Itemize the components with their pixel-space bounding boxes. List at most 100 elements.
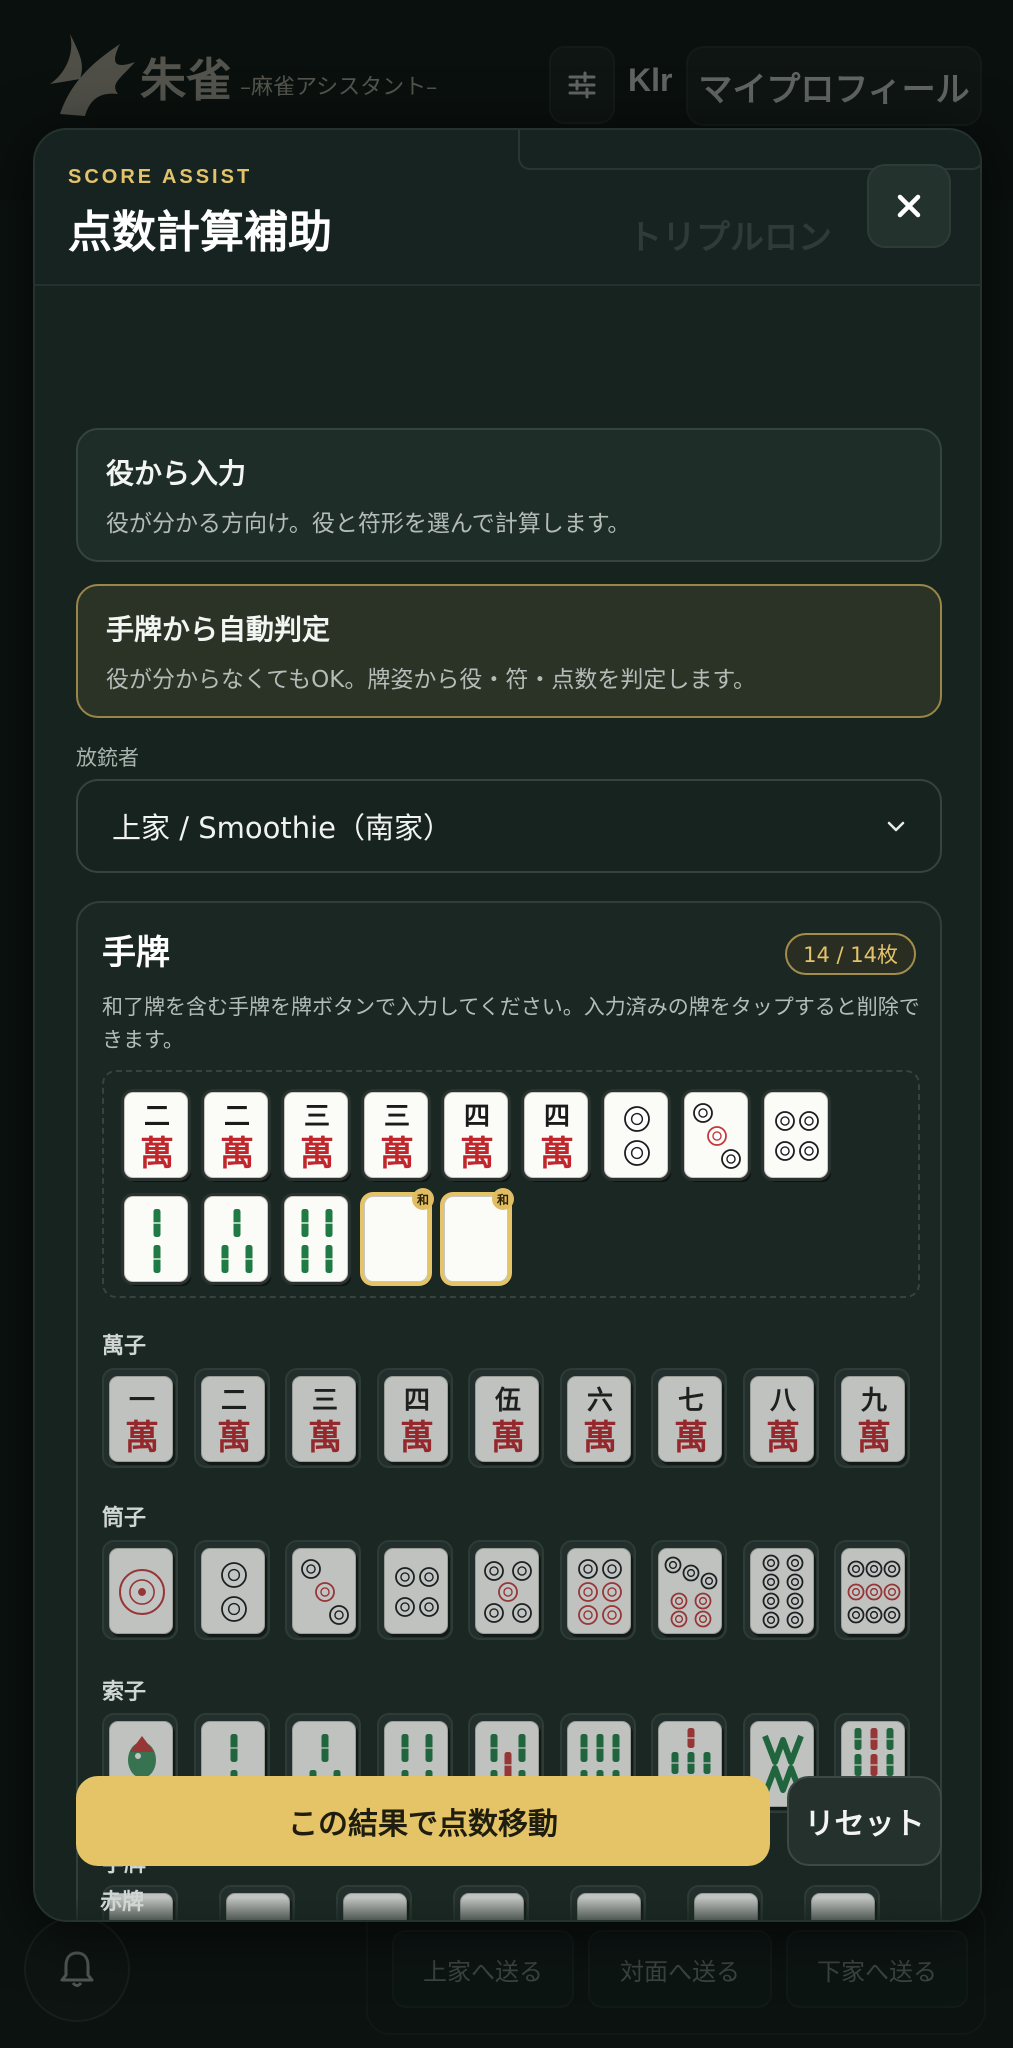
- hand-tile[interactable]: [124, 1196, 188, 1282]
- souzu-label: 索子: [102, 1680, 147, 1705]
- pinzu-pick-tile[interactable]: [658, 1548, 722, 1634]
- manzu-pick-tile[interactable]: 八 萬: [749, 1376, 814, 1462]
- discarder-select[interactable]: 上家 / Smoothie（南家）: [76, 779, 942, 873]
- tile-face-icon: [664, 1556, 718, 1628]
- pinzu-pick-button[interactable]: [376, 1540, 453, 1640]
- close-icon: [897, 194, 921, 218]
- mode-option-auto[interactable]: 手牌から自動判定 役が分からなくてもOK。牌姿から役・符・点数を判定します。: [76, 584, 942, 718]
- hand-tile[interactable]: 二 萬: [204, 1092, 268, 1178]
- manzu-pick-button[interactable]: 九 萬: [834, 1368, 910, 1468]
- svg-text:萬: 萬: [380, 1134, 414, 1174]
- manzu-pick-tile[interactable]: 九 萬: [841, 1376, 905, 1462]
- svg-text:萬: 萬: [308, 1418, 342, 1458]
- pinzu-pick-tile[interactable]: [109, 1548, 173, 1634]
- svg-text:萬: 萬: [140, 1134, 174, 1174]
- svg-text:三: 三: [312, 1386, 338, 1416]
- pinzu-pick-tile[interactable]: [292, 1548, 356, 1634]
- mode-option-yaku[interactable]: 役から入力 役が分かる方向け。役と符形を選んで計算します。: [76, 428, 942, 562]
- notification-button[interactable]: [24, 1916, 130, 2022]
- discarder-label: 放銃者: [76, 746, 139, 770]
- hand-tile[interactable]: 三 萬: [364, 1092, 428, 1178]
- manzu-pick-button[interactable]: 三 萬: [285, 1368, 361, 1468]
- pinzu-pick-button[interactable]: [102, 1540, 178, 1640]
- send-to-shimocha-button[interactable]: 下家へ送る: [786, 1930, 968, 2008]
- send-to-toimen-button[interactable]: 対面へ送る: [588, 1930, 772, 2008]
- mode-description: 役が分からなくてもOK。牌姿から役・符・点数を判定します。: [106, 667, 757, 693]
- tile-face-icon: [394, 1567, 439, 1617]
- tile-face-icon: [577, 1559, 622, 1625]
- manzu-pick-button[interactable]: 二 萬: [193, 1368, 270, 1468]
- settings-button[interactable]: [549, 46, 615, 124]
- pinzu-pick-tile[interactable]: [749, 1548, 814, 1634]
- hand-tiles-area: 二 萬二 萬三 萬三 萬四 萬四 萬 和 和: [102, 1070, 920, 1298]
- hand-tile[interactable]: [764, 1092, 828, 1178]
- apply-score-button[interactable]: この結果で点数移動: [76, 1776, 770, 1866]
- tile-face-icon: [301, 1559, 349, 1625]
- svg-text:一: 一: [129, 1386, 155, 1416]
- hand-tile[interactable]: 四 萬: [524, 1092, 588, 1178]
- manzu-pick-tile[interactable]: 三 萬: [292, 1376, 356, 1462]
- tile-face-icon: 三 萬: [380, 1102, 414, 1174]
- manzu-pick-button[interactable]: 伍 萬: [468, 1368, 544, 1468]
- modal-header: トリプルロン SCORE ASSIST 点数計算補助: [35, 130, 980, 286]
- pinzu-pick-button[interactable]: [468, 1540, 544, 1640]
- pinzu-pick-button[interactable]: [742, 1540, 819, 1640]
- close-button[interactable]: [867, 164, 951, 248]
- tile-face-icon: 八 萬: [766, 1386, 800, 1458]
- hand-tile[interactable]: 四 萬: [444, 1092, 508, 1178]
- svg-text:萬: 萬: [857, 1418, 891, 1458]
- svg-text:萬: 萬: [460, 1134, 494, 1174]
- tile-face-icon: [221, 1209, 253, 1273]
- pinzu-pick-tile[interactable]: [566, 1548, 631, 1634]
- manzu-pick-button[interactable]: 四 萬: [376, 1368, 453, 1468]
- pinzu-pick-button[interactable]: [559, 1540, 636, 1640]
- hand-tile[interactable]: [684, 1092, 748, 1178]
- manzu-pick-button[interactable]: 八 萬: [742, 1368, 819, 1468]
- tile-face-icon: 四 萬: [460, 1102, 494, 1174]
- pinzu-pick-button[interactable]: [285, 1540, 361, 1640]
- tile-face-icon: 二 萬: [217, 1386, 251, 1458]
- pinzu-pick-tile[interactable]: [383, 1548, 448, 1634]
- hand-tile[interactable]: [284, 1196, 348, 1282]
- tile-face-icon: [220, 1562, 247, 1622]
- manzu-pick-tile[interactable]: 二 萬: [200, 1376, 265, 1462]
- tile-face-icon: [762, 1554, 803, 1629]
- tile-face-icon: 一 萬: [125, 1386, 159, 1458]
- hand-tile[interactable]: 二 萬: [124, 1092, 188, 1178]
- discarder-value: 上家 / Smoothie（南家）: [112, 811, 452, 845]
- svg-text:三: 三: [384, 1102, 410, 1132]
- svg-text:四: 四: [403, 1386, 429, 1416]
- svg-text:萬: 萬: [217, 1418, 251, 1458]
- manzu-pick-tile[interactable]: 一 萬: [109, 1376, 173, 1462]
- user-name: Klr: [628, 62, 673, 98]
- tile-face-icon: 六 萬: [583, 1386, 617, 1458]
- manzu-pick-tile[interactable]: 四 萬: [383, 1376, 448, 1462]
- pinzu-pick-button[interactable]: [193, 1540, 270, 1640]
- logo-title: 朱雀: [140, 53, 232, 107]
- manzu-label: 萬子: [102, 1334, 147, 1359]
- svg-text:萬: 萬: [125, 1418, 159, 1458]
- reset-button[interactable]: リセット: [787, 1776, 942, 1866]
- pinzu-pick-tile[interactable]: [841, 1548, 905, 1634]
- svg-text:六: 六: [586, 1386, 612, 1416]
- svg-text:萬: 萬: [491, 1418, 525, 1458]
- pinzu-pick-button[interactable]: [651, 1540, 727, 1640]
- manzu-pick-tile[interactable]: 七 萬: [658, 1376, 722, 1462]
- tile-count-badge: 14 / 14枚: [785, 933, 916, 975]
- sliders-icon: [568, 71, 596, 99]
- send-to-kamicha-button[interactable]: 上家へ送る: [392, 1930, 574, 2008]
- profile-button[interactable]: マイプロフィール: [686, 46, 982, 126]
- hand-tile[interactable]: [204, 1196, 268, 1282]
- pinzu-pick-button[interactable]: [834, 1540, 910, 1640]
- manzu-pick-button[interactable]: 六 萬: [559, 1368, 636, 1468]
- hand-tile[interactable]: [604, 1092, 668, 1178]
- manzu-pick-tile[interactable]: 六 萬: [566, 1376, 631, 1462]
- manzu-pick-button[interactable]: 七 萬: [651, 1368, 727, 1468]
- tile-face-icon: [301, 1209, 333, 1273]
- svg-text:萬: 萬: [583, 1418, 617, 1458]
- pinzu-pick-tile[interactable]: [475, 1548, 539, 1634]
- manzu-pick-tile[interactable]: 伍 萬: [475, 1376, 539, 1462]
- pinzu-pick-tile[interactable]: [200, 1548, 265, 1634]
- manzu-pick-button[interactable]: 一 萬: [102, 1368, 178, 1468]
- hand-tile[interactable]: 三 萬: [284, 1092, 348, 1178]
